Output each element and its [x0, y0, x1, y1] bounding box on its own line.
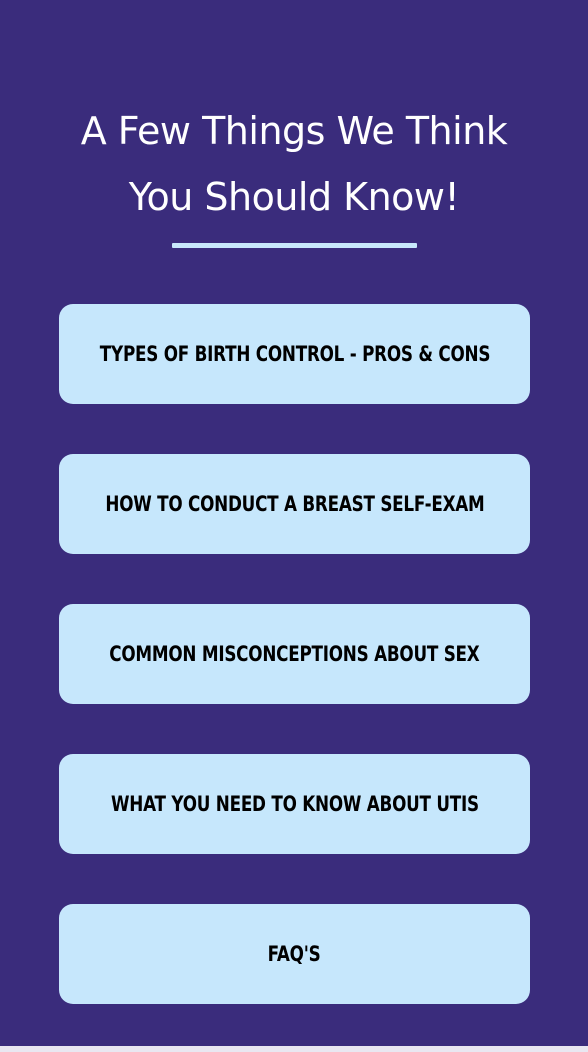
topic-menu: TYPES OF BIRTH CONTROL - PROS & CONS HOW…: [59, 304, 530, 1004]
page-title-line-1: A Few Things We Think: [80, 109, 508, 153]
breast-self-exam-button-label: HOW TO CONDUCT A BREAST SELF-EXAM: [104, 492, 485, 516]
bottom-edge-strip: [0, 1046, 588, 1052]
title-underline-divider: [172, 243, 417, 248]
breast-self-exam-button[interactable]: HOW TO CONDUCT A BREAST SELF-EXAM: [59, 454, 530, 554]
page-title: A Few Things We Think You Should Know!: [0, 98, 588, 230]
faqs-button-label: FAQ'S: [268, 942, 321, 966]
utis-button[interactable]: WHAT YOU NEED TO KNOW ABOUT UTIS: [59, 754, 530, 854]
page-background: A Few Things We Think You Should Know! T…: [0, 0, 588, 1046]
birth-control-button[interactable]: TYPES OF BIRTH CONTROL - PROS & CONS: [59, 304, 530, 404]
misconceptions-button-label: COMMON MISCONCEPTIONS ABOUT SEX: [109, 642, 480, 666]
utis-button-label: WHAT YOU NEED TO KNOW ABOUT UTIS: [110, 792, 479, 816]
page-title-line-2: You Should Know!: [128, 175, 460, 219]
faqs-button[interactable]: FAQ'S: [59, 904, 530, 1004]
misconceptions-button[interactable]: COMMON MISCONCEPTIONS ABOUT SEX: [59, 604, 530, 704]
birth-control-button-label: TYPES OF BIRTH CONTROL - PROS & CONS: [99, 342, 490, 366]
